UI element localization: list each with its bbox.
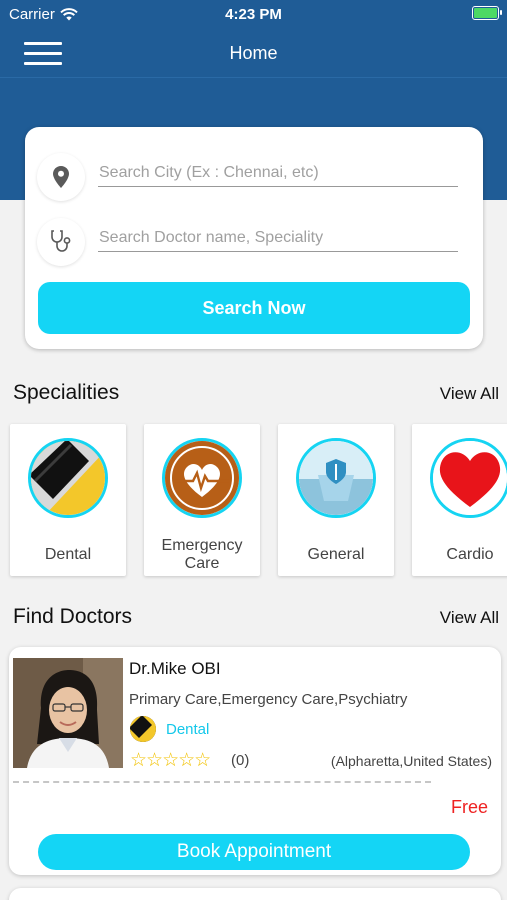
doctor-photo [13, 658, 123, 768]
specialities-view-all-link[interactable]: View All [440, 384, 499, 404]
general-shield-icon [296, 438, 376, 518]
page-title: Home [229, 43, 278, 63]
status-bar: Carrier 4:23 PM [0, 0, 507, 30]
speciality-card-cardio[interactable]: Cardio [412, 424, 507, 576]
consultation-fee: Free [450, 797, 488, 817]
review-count: (0) [231, 752, 250, 769]
doctor-search-input[interactable] [98, 224, 458, 252]
divider [13, 781, 431, 783]
city-search-row [37, 151, 458, 201]
search-now-button[interactable]: Search Now [38, 282, 470, 334]
doctor-card[interactable]: Dr.Mike OBI Primary Care,Emergency Care,… [9, 647, 501, 875]
star-rating[interactable]: ☆☆☆☆☆ [130, 749, 211, 772]
dental-icon [28, 438, 108, 518]
specialities-header: Specialities View All [13, 381, 499, 407]
doctor-name: Dr.Mike OBI [129, 659, 221, 678]
battery-icon [472, 6, 502, 20]
city-search-input[interactable] [98, 159, 458, 187]
search-card: Search Now [25, 127, 483, 349]
dental-icon [130, 716, 156, 742]
speciality-label: Cardio [446, 546, 494, 563]
speciality-label: Emergency Care [161, 537, 243, 572]
find-doctors-view-all-link[interactable]: View All [440, 608, 499, 628]
nav-bar: Home [0, 30, 507, 78]
doctor-search-row [37, 216, 458, 266]
speciality-card-general[interactable]: General [278, 424, 394, 576]
doctor-card[interactable] [9, 888, 501, 900]
location-pin-icon [37, 153, 85, 201]
find-doctors-header: Find Doctors View All [13, 605, 499, 631]
book-appointment-button[interactable]: Book Appointment [38, 834, 470, 870]
heart-icon [430, 438, 507, 518]
specialities-title: Specialities [13, 381, 120, 404]
speciality-label: Dental [44, 546, 92, 563]
speciality-label: General [307, 546, 365, 563]
stethoscope-icon [37, 218, 85, 266]
find-doctors-title: Find Doctors [13, 605, 133, 628]
doctor-specialities: Primary Care,Emergency Care,Psychiatry [129, 691, 408, 708]
emergency-heartbeat-icon [162, 438, 242, 518]
doctor-location: (Alpharetta,United States) [330, 753, 492, 769]
doctor-department: Dental [166, 721, 210, 738]
speciality-card-emergency-care[interactable]: Emergency Care [144, 424, 260, 576]
speciality-card-dental[interactable]: Dental [10, 424, 126, 576]
clock: 4:23 PM [225, 6, 282, 23]
